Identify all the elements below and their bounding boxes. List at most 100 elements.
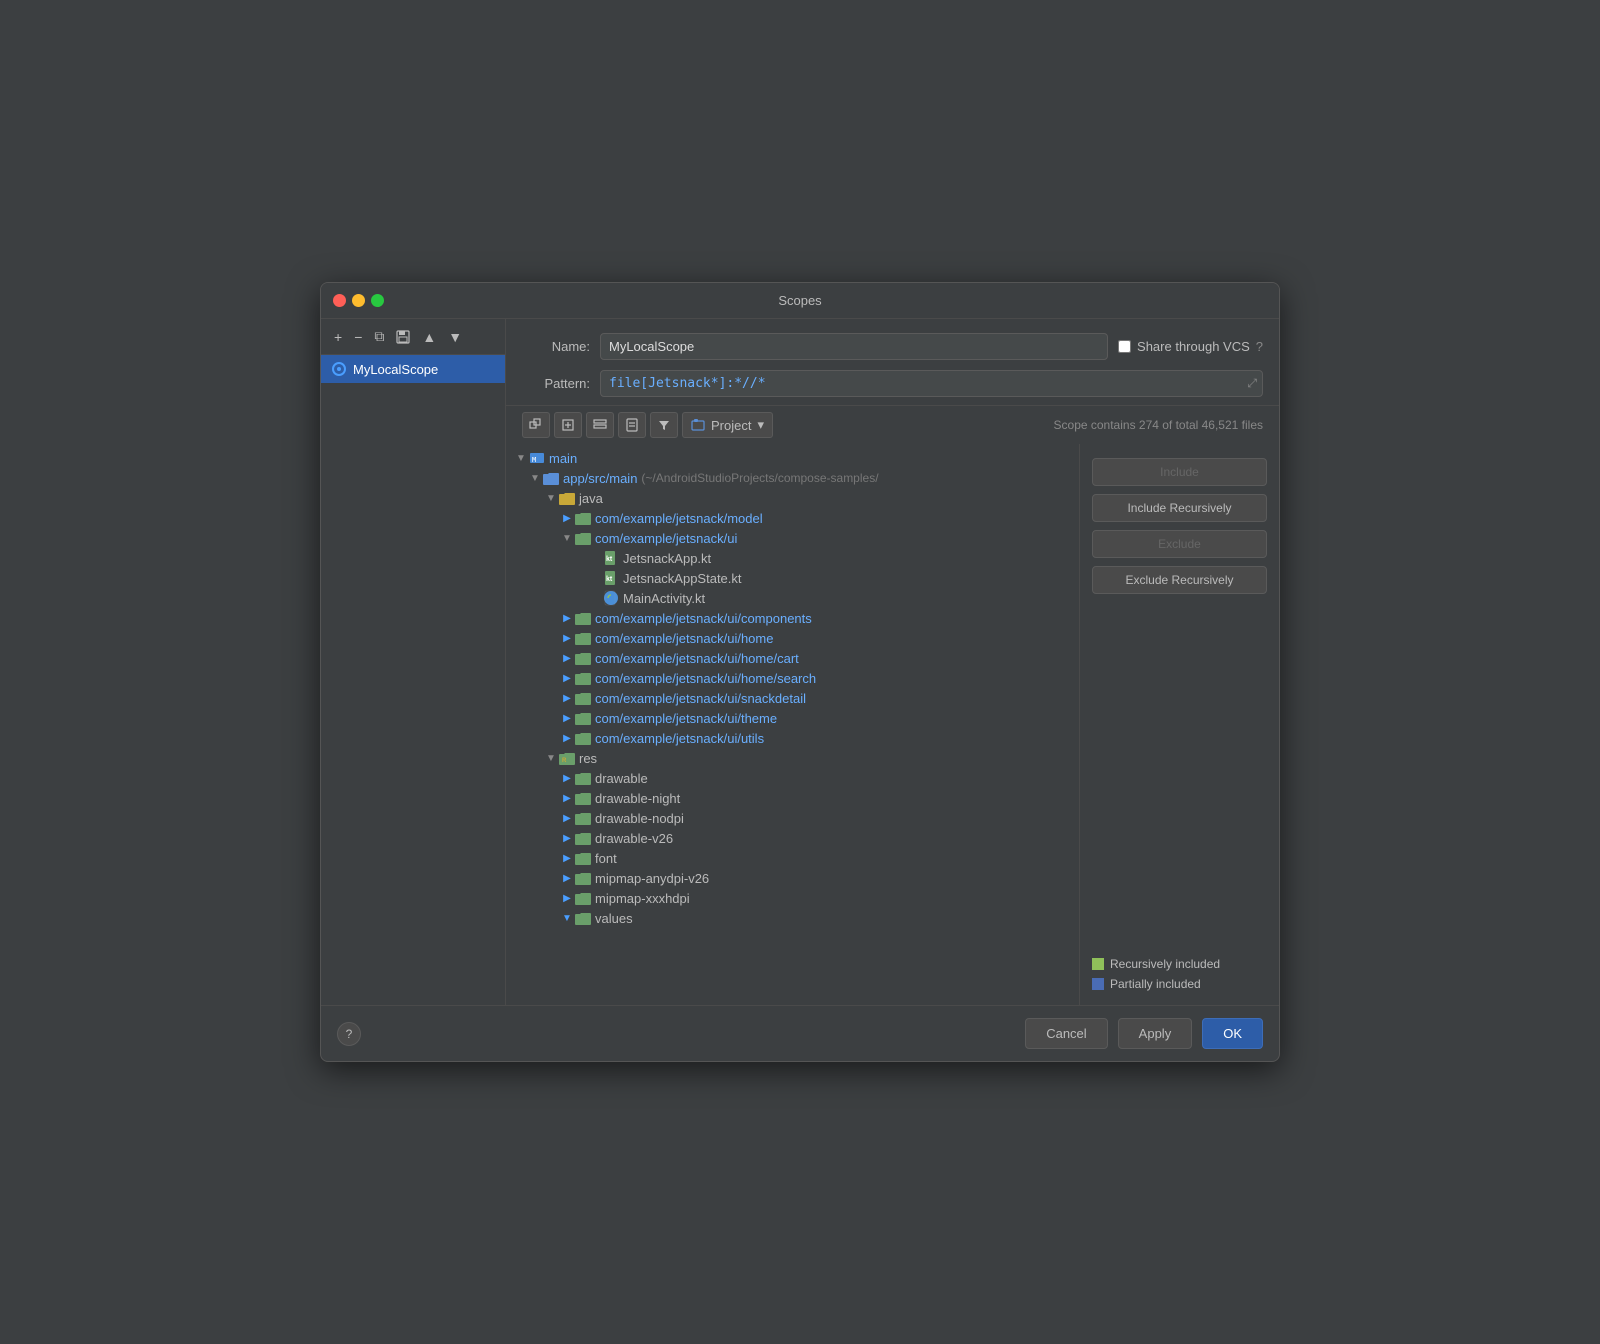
project-selector[interactable]: Project ▾: [682, 412, 773, 438]
folder-icon: [574, 870, 592, 886]
ok-button[interactable]: OK: [1202, 1018, 1263, 1049]
include-recursively-button[interactable]: Include Recursively: [1092, 494, 1267, 522]
tree-node[interactable]: ▼ app/src/main (~/AndroidStudioProjects/…: [506, 468, 1079, 488]
tree-node[interactable]: kt JetsnackApp.kt: [506, 548, 1079, 568]
tree-node[interactable]: ▶ font: [506, 848, 1079, 868]
apply-button[interactable]: Apply: [1118, 1018, 1193, 1049]
tree-arrow: ▶: [560, 833, 574, 844]
tree-arrow: ▶: [560, 813, 574, 824]
folder-icon: [574, 650, 592, 666]
tree-label: values: [595, 911, 633, 926]
exclude-recursively-button[interactable]: Exclude Recursively: [1092, 566, 1267, 594]
folder-icon: [574, 790, 592, 806]
tree-label: mipmap-anydpi-v26: [595, 871, 709, 886]
share-vcs-checkbox[interactable]: [1118, 340, 1131, 353]
folder-icon: [574, 670, 592, 686]
exclude-button[interactable]: Exclude: [1092, 530, 1267, 558]
share-vcs-help-icon[interactable]: ?: [1256, 339, 1263, 354]
copy-scope-button[interactable]: ⧉: [369, 325, 389, 348]
tree-arrow: ▶: [560, 513, 574, 524]
expand-pattern-icon[interactable]: ⤢: [1247, 376, 1257, 391]
include-button[interactable]: Include: [1092, 458, 1267, 486]
tree-label: com/example/jetsnack/ui/theme: [595, 711, 777, 726]
tree-node[interactable]: ▶ com/example/jetsnack/ui/components: [506, 608, 1079, 628]
tree-label: main: [549, 451, 577, 466]
tree-label: MainActivity.kt: [623, 591, 705, 606]
kt-file-icon: kt: [602, 550, 620, 566]
show-files-button[interactable]: [618, 412, 646, 438]
tree-arrow: ▶: [560, 873, 574, 884]
tree-arrow: ▼: [528, 473, 542, 484]
filter-button[interactable]: [650, 412, 678, 438]
tree-node[interactable]: ▼ java: [506, 488, 1079, 508]
tree-label: com/example/jetsnack/ui/home/cart: [595, 651, 799, 666]
tree-node[interactable]: MainActivity.kt: [506, 588, 1079, 608]
tree-node[interactable]: ▶ mipmap-xxxhdpi: [506, 888, 1079, 908]
remove-scope-button[interactable]: −: [349, 326, 367, 348]
tree-label: app/src/main: [563, 471, 637, 486]
folder-icon: [558, 490, 576, 506]
minimize-window-button[interactable]: [352, 294, 365, 307]
svg-text:kt: kt: [606, 556, 613, 563]
tree-node[interactable]: ▶ com/example/jetsnack/ui/home/cart: [506, 648, 1079, 668]
tree-node[interactable]: ▶ com/example/jetsnack/ui/home: [506, 628, 1079, 648]
right-panel: Include Include Recursively Exclude Excl…: [1079, 444, 1279, 1005]
tree-node[interactable]: ▼ values: [506, 908, 1079, 928]
folder-icon: [574, 510, 592, 526]
tree-node[interactable]: ▶ drawable-nodpi: [506, 808, 1079, 828]
tree-node[interactable]: ▶ drawable-night: [506, 788, 1079, 808]
tree-arrow: ▼: [560, 533, 574, 544]
tree-node[interactable]: kt JetsnackAppState.kt: [506, 568, 1079, 588]
help-button[interactable]: ?: [337, 1022, 361, 1046]
cancel-button[interactable]: Cancel: [1025, 1018, 1107, 1049]
res-folder-icon: R: [558, 750, 576, 766]
maximize-window-button[interactable]: [371, 294, 384, 307]
dialog-title: Scopes: [778, 293, 821, 308]
tree-label: com/example/jetsnack/ui/components: [595, 611, 812, 626]
close-window-button[interactable]: [333, 294, 346, 307]
tree-node[interactable]: ▶ com/example/jetsnack/ui/theme: [506, 708, 1079, 728]
tree-node[interactable]: ▼ com/example/jetsnack/ui: [506, 528, 1079, 548]
sidebar-item-myscope[interactable]: MyLocalScope: [321, 355, 505, 383]
tree-toolbar: Project ▾ Scope contains 274 of total 46…: [506, 405, 1279, 444]
tree-node[interactable]: ▶ com/example/jetsnack/model: [506, 508, 1079, 528]
tree-label: java: [579, 491, 603, 506]
move-down-button[interactable]: ▼: [443, 326, 467, 348]
tree-section[interactable]: ▼ M main ▼: [506, 444, 1079, 1005]
folder-icon: [574, 610, 592, 626]
move-up-button[interactable]: ▲: [417, 326, 441, 348]
tree-node[interactable]: ▶ com/example/jetsnack/ui/home/search: [506, 668, 1079, 688]
expand-all-button[interactable]: [554, 412, 582, 438]
flatten-packages-button[interactable]: [586, 412, 614, 438]
legend: Recursively included Partially included: [1092, 957, 1267, 991]
sidebar: + − ⧉ ▲ ▼: [321, 319, 506, 1005]
tree-node[interactable]: ▶ com/example/jetsnack/ui/snackdetail: [506, 688, 1079, 708]
share-vcs-section: Share through VCS ?: [1118, 339, 1263, 354]
add-scope-button[interactable]: +: [329, 326, 347, 348]
partially-included-swatch: [1092, 978, 1104, 990]
collapse-all-button[interactable]: [522, 412, 550, 438]
bottom-bar: ? Cancel Apply OK: [321, 1005, 1279, 1061]
tree-node[interactable]: ▶ com/example/jetsnack/ui/utils: [506, 728, 1079, 748]
name-label: Name:: [522, 339, 590, 354]
tree-label: JetsnackAppState.kt: [623, 571, 742, 586]
tree-node[interactable]: ▼ R res: [506, 748, 1079, 768]
svg-text:R: R: [562, 758, 567, 764]
pattern-input[interactable]: [600, 370, 1263, 397]
scope-info: Scope contains 274 of total 46,521 files: [1054, 418, 1263, 432]
tree-node[interactable]: ▼ M main: [506, 448, 1079, 468]
tree-arrow: ▶: [560, 773, 574, 784]
tree-label: com/example/jetsnack/ui/utils: [595, 731, 764, 746]
dialog-body: + − ⧉ ▲ ▼: [321, 319, 1279, 1005]
share-vcs-label: Share through VCS: [1137, 339, 1250, 354]
tree-node[interactable]: ▶ drawable-v26: [506, 828, 1079, 848]
kt-file-icon: kt: [602, 570, 620, 586]
module-icon: M: [528, 450, 546, 466]
recursively-included-label: Recursively included: [1110, 957, 1220, 971]
save-scope-button[interactable]: [391, 327, 415, 347]
tree-node[interactable]: ▶ drawable: [506, 768, 1079, 788]
tree-node[interactable]: ▶ mipmap-anydpi-v26: [506, 868, 1079, 888]
pattern-input-wrapper: ⤢: [600, 370, 1263, 397]
name-input[interactable]: [600, 333, 1108, 360]
tree-label: drawable-v26: [595, 831, 673, 846]
